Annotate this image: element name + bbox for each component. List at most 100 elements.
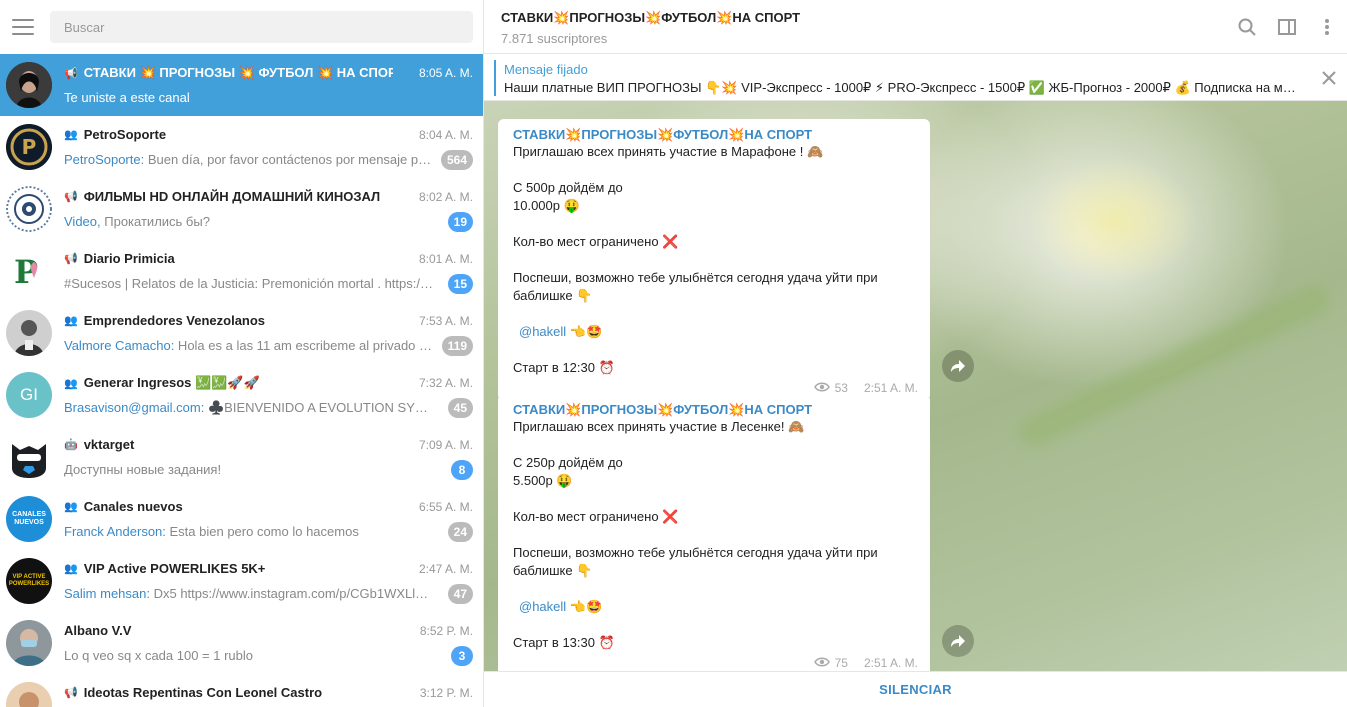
- conversation-panel: СТАВКИ💥ПРОГНОЗЫ💥ФУТБОЛ💥НА СПОРТ 7.871 su…: [484, 0, 1347, 707]
- message-author[interactable]: СТАВКИ💥ПРОГНОЗЫ💥ФУТБОЛ💥НА СПОРТ: [513, 402, 916, 418]
- unread-badge: 15: [447, 274, 473, 294]
- chat-text: Esta bien pero como lo hacemos: [165, 524, 359, 539]
- group-icon: 👥: [64, 563, 78, 575]
- message-line: Поспеши, возможно тебе улыбнётся сегодня…: [513, 545, 878, 560]
- chat-name: VIP Active POWERLIKES 5K+: [83, 561, 266, 576]
- chat-sender: Franck Anderson:: [64, 524, 166, 539]
- message-line: С 500р дойдём до: [513, 180, 623, 195]
- chat-name: Canales nuevos: [83, 499, 183, 514]
- chat-sender: Video,: [64, 214, 101, 229]
- pinned-message[interactable]: Mensaje fijado Наши платные ВИП ПРОГНОЗЫ…: [484, 54, 1347, 101]
- chat-name: Diario Primicia: [83, 251, 175, 266]
- chat-header: СТАВКИ💥ПРОГНОЗЫ💥ФУТБОЛ💥НА СПОРТ 7.871 su…: [484, 0, 1347, 54]
- bot-icon: 🤖: [64, 439, 78, 451]
- unread-badge: 119: [441, 336, 473, 356]
- avatar: P: [6, 124, 52, 170]
- chat-preview: Доступны новые задания!: [64, 462, 222, 477]
- chat-item[interactable]: VIP ACTIVE POWERLIKES 👥 VIP Active POWERL…: [0, 550, 483, 612]
- chat-preview: Brasavison@gmail.com: ♣️BIENVENIDO A EVO…: [64, 400, 435, 416]
- chat-time: 7:09 A. M.: [418, 438, 473, 452]
- chat-name: Generar Ingresos 💹💹🚀🚀: [83, 375, 260, 390]
- chat-item[interactable]: 📢 Ideotas Repentinas Con Leonel Castro 3:…: [0, 674, 483, 707]
- message-line: [513, 305, 916, 323]
- message-bubble[interactable]: СТАВКИ💥ПРОГНОЗЫ💥ФУТБОЛ💥НА СПОРТ Приглаша…: [498, 119, 930, 401]
- chat-time: 8:04 A. M.: [418, 128, 473, 142]
- sidebar-toggle-icon[interactable]: [1267, 7, 1307, 47]
- chat-time: 7:53 A. M.: [418, 314, 473, 328]
- message-line: Приглашаю всех принять участие в Марафон…: [513, 144, 824, 159]
- more-menu-icon[interactable]: [1307, 7, 1347, 47]
- chat-preview: PetroSoporte: Buen día, por favor contác…: [64, 152, 435, 167]
- search-icon[interactable]: [1227, 7, 1267, 47]
- chat-text: Hola es a las 11 am escribeme al privado…: [177, 338, 435, 353]
- chat-time: 2:47 A. M.: [418, 562, 473, 576]
- message-line: Кол-во мест ограничено ❌: [513, 509, 679, 524]
- forward-icon[interactable]: [942, 625, 974, 657]
- mute-button[interactable]: SILENCIAR: [879, 682, 952, 697]
- avatar: [6, 310, 52, 356]
- message-line: Старт в 13:30 ⏰: [513, 635, 615, 650]
- avatar: P: [6, 248, 52, 294]
- chat-time: 8:05 A. M.: [418, 66, 473, 80]
- chat-sender: Salim mehsan:: [64, 586, 150, 601]
- forward-icon[interactable]: [942, 350, 974, 382]
- search-input[interactable]: [50, 11, 473, 43]
- chat-item[interactable]: Albano V.V 8:52 P. M. Lo q veo sq x cada…: [0, 612, 483, 674]
- chat-title[interactable]: СТАВКИ💥ПРОГНОЗЫ💥ФУТБОЛ💥НА СПОРТ: [501, 10, 800, 26]
- mention-link[interactable]: @hakell: [513, 599, 566, 614]
- chat-item[interactable]: 👥 Emprendedores Venezolanos 7:53 A. M. Va…: [0, 302, 483, 364]
- message-line: [513, 436, 916, 454]
- chat-item[interactable]: CANALES NUEVOS 👥 Canales nuevos 6:55 A. M…: [0, 488, 483, 550]
- avatar-initials: CANALES NUEVOS: [12, 511, 46, 526]
- unread-badge: 47: [447, 584, 473, 604]
- message-bubble[interactable]: СТАВКИ💥ПРОГНОЗЫ💥ФУТБОЛ💥НА СПОРТ Приглаша…: [498, 394, 930, 671]
- chat-name: Emprendedores Venezolanos: [83, 313, 266, 328]
- chat-item[interactable]: GI 👥 Generar Ingresos 💹💹🚀🚀 7:32 A. M. Bra…: [0, 364, 483, 426]
- chat-sender: Valmore Camacho:: [64, 338, 175, 353]
- megaphone-icon: 📢: [64, 67, 78, 80]
- pinned-text: Наши платные ВИП ПРОГНОЗЫ 👇💥 VIP-Экспрес…: [504, 80, 1302, 95]
- avatar: [6, 434, 52, 480]
- avatar: [6, 186, 52, 232]
- message-line: 10.000р 🤑: [513, 198, 580, 213]
- megaphone-icon: 📢: [64, 191, 78, 203]
- sidebar-top-bar: [0, 0, 483, 54]
- chat-sender: Brasavison@gmail.com:: [64, 400, 205, 415]
- chat-preview: Franck Anderson: Esta bien pero como lo …: [64, 524, 435, 539]
- message-meta: 75 2:51 A. M.: [813, 656, 918, 670]
- views-icon: [813, 656, 830, 670]
- chat-preview: Salim mehsan: Dx5 https://www.instagram.…: [64, 586, 435, 601]
- avatar: GI: [6, 372, 52, 418]
- message-line: С 250р дойдём до: [513, 455, 623, 470]
- chat-name: СТАВКИ 💥 ПРОГНОЗЫ 💥 ФУТБОЛ 💥 НА СПОРТ: [83, 65, 393, 80]
- chat-preview: #Sucesos | Relatos de la Justicia: Premo…: [64, 276, 435, 291]
- chat-name: vktarget: [83, 437, 135, 452]
- mention-link[interactable]: @hakell: [513, 324, 566, 339]
- chat-item[interactable]: P 👥 PetroSoporte 8:04 A. M. PetroSoporte:…: [0, 116, 483, 178]
- chat-text: Buen día, por favor contáctenos por mens…: [144, 152, 435, 167]
- chat-item[interactable]: P 📢 Diario Primicia 8:01 A. M. #Sucesos |…: [0, 240, 483, 302]
- message-author[interactable]: СТАВКИ💥ПРОГНОЗЫ💥ФУТБОЛ💥НА СПОРТ: [513, 127, 916, 143]
- mention-emoji: 👈🤩: [566, 599, 603, 614]
- chat-preview: Lo q veo sq x cada 100 = 1 rublo: [64, 648, 253, 663]
- avatar-initials: VIP ACTIVE POWERLIKES: [8, 574, 50, 587]
- group-icon: 👥: [64, 129, 78, 141]
- message-line: [513, 251, 916, 269]
- message-time: 2:51 A. M.: [863, 656, 918, 670]
- chat-item[interactable]: 🤖 vktarget 7:09 A. M. Доступны новые зада…: [0, 426, 483, 488]
- close-icon[interactable]: [1319, 68, 1339, 88]
- message-line: [513, 161, 916, 179]
- chat-preview: Valmore Camacho: Hola es a las 11 am esc…: [64, 338, 435, 353]
- menu-icon[interactable]: [12, 19, 34, 35]
- message-line: Старт в 12:30 ⏰: [513, 360, 615, 375]
- chat-footer: SILENCIAR: [484, 671, 1347, 707]
- chat-name: PetroSoporte: [83, 127, 167, 142]
- chat-time: 8:02 A. M.: [418, 190, 473, 204]
- message-line: 5.500р 🤑: [513, 473, 573, 488]
- chat-sender: PetroSoporte:: [64, 152, 145, 167]
- message-line: [513, 580, 916, 598]
- avatar: CANALES NUEVOS: [6, 496, 52, 542]
- chat-item[interactable]: 📢 ФИЛЬМЫ HD ОНЛАЙН ДОМАШНИЙ КИНОЗАЛ 8:02 …: [0, 178, 483, 240]
- avatar: [6, 620, 52, 666]
- chat-item[interactable]: 📢 СТАВКИ 💥 ПРОГНОЗЫ 💥 ФУТБОЛ 💥 НА СПОРТ 8…: [0, 54, 483, 116]
